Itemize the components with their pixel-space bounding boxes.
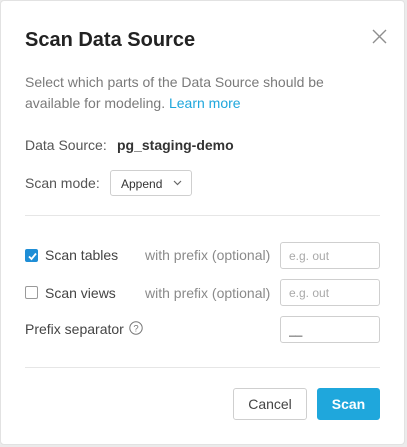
data-source-value: pg_staging-demo (117, 137, 234, 153)
checkmark-icon (28, 252, 37, 261)
views-prefix-input[interactable] (280, 279, 380, 306)
views-prefix-hint: with prefix (optional) (145, 285, 271, 301)
tables-prefix-input[interactable] (280, 242, 380, 269)
scan-tables-label[interactable]: Scan tables (45, 247, 118, 263)
scan-mode-select[interactable]: Append (110, 170, 192, 196)
learn-more-link[interactable]: Learn more (169, 95, 241, 111)
prefix-separator-label: Prefix separator (25, 321, 124, 337)
scan-views-label[interactable]: Scan views (45, 285, 116, 301)
dialog-description: Select which parts of the Data Source sh… (25, 72, 365, 114)
scan-views-checkbox[interactable] (25, 286, 38, 299)
divider (25, 367, 380, 368)
tables-prefix-hint: with prefix (optional) (145, 247, 271, 263)
scan-data-source-dialog: Scan Data Source Select which parts of t… (0, 0, 405, 445)
close-icon[interactable] (371, 28, 388, 45)
scan-button[interactable]: Scan (317, 388, 380, 420)
scan-tables-checkbox[interactable] (25, 249, 38, 262)
scan-mode-label: Scan mode: (25, 175, 100, 191)
svg-text:?: ? (133, 323, 138, 334)
data-source-label: Data Source: (25, 137, 107, 153)
divider (25, 215, 380, 216)
dialog-title: Scan Data Source (25, 29, 196, 51)
chevron-down-icon (173, 180, 182, 186)
prefix-separator-input[interactable] (280, 316, 380, 343)
help-icon[interactable]: ? (129, 321, 143, 335)
cancel-button[interactable]: Cancel (233, 388, 307, 420)
scan-mode-selected-value: Append (121, 177, 163, 191)
